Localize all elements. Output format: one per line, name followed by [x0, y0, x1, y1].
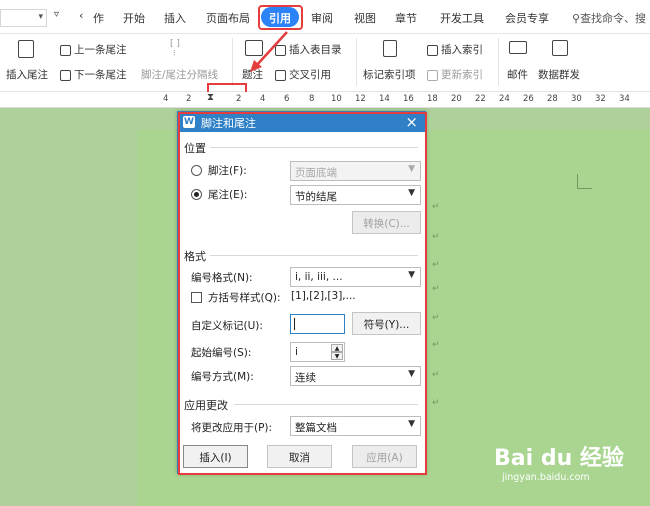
divider	[210, 255, 418, 256]
watermark-brand: Bai du 经验	[494, 446, 624, 471]
divider	[234, 404, 418, 405]
text-caret	[294, 318, 295, 330]
paragraph-mark: ↵	[432, 398, 440, 408]
ruler-tick: 34	[619, 94, 630, 104]
ruler-tick: 2	[186, 94, 192, 104]
insert-button[interactable]: 插入(I)	[183, 445, 248, 468]
paragraph-mark: ↵	[432, 232, 440, 242]
ruler-tick: 30	[571, 94, 582, 104]
start-at-value: i	[295, 346, 298, 358]
watermark-url: jingyan.baidu.com	[502, 472, 590, 483]
chevron-down-icon: ▼	[408, 188, 415, 198]
dialog-title-bar[interactable]: W 脚注和尾注 ×	[178, 112, 425, 132]
convert-button[interactable]: 转换(C)...	[352, 211, 421, 234]
watermark: Bai du 经验 jingyan.baidu.com	[494, 440, 624, 483]
endnote-location-value: 节的结尾	[295, 191, 337, 203]
paragraph-mark: ↵	[432, 202, 440, 212]
start-at-label: 起始编号(S):	[191, 347, 252, 359]
paragraph-mark: ↵	[432, 340, 440, 350]
wps-app-icon: W	[183, 116, 195, 128]
footnote-radio[interactable]	[191, 165, 202, 176]
ruler-tick: 26	[523, 94, 534, 104]
paragraph-mark: ↵	[432, 313, 440, 323]
numbering-select[interactable]: 连续 ▼	[290, 366, 421, 386]
chevron-down-icon: ▼	[408, 270, 415, 280]
page-corner-mark	[577, 174, 592, 189]
horizontal-ruler[interactable]: 4 2 2 4 6 8 10 12 14 16 18 20 22 24 26 2…	[0, 92, 650, 108]
number-format-label: 编号格式(N):	[191, 272, 253, 284]
ruler-tick: 18	[427, 94, 438, 104]
ruler-tick: 32	[595, 94, 606, 104]
footnote-location-value: 页面底端	[295, 167, 337, 179]
endnote-label: 尾注(E):	[208, 189, 248, 201]
endnote-radio[interactable]	[191, 189, 202, 200]
paragraph-mark: ↵	[432, 370, 440, 380]
paragraph-mark: ↵	[432, 284, 440, 294]
apply-to-value: 整篇文档	[295, 422, 337, 434]
divider	[210, 147, 418, 148]
indent-marker-icon[interactable]: ⧗	[207, 92, 214, 103]
arrow-line	[255, 31, 288, 67]
close-icon[interactable]: ×	[405, 113, 418, 131]
ruler-tick: 28	[547, 94, 558, 104]
bracket-style-sample: [1],[2],[3],...	[291, 290, 356, 302]
numbering-label: 编号方式(M):	[191, 371, 254, 383]
ruler-tick: 8	[309, 94, 315, 104]
spin-up-icon[interactable]: ▲	[331, 344, 343, 352]
chevron-down-icon: ▼	[408, 419, 415, 429]
endnote-location-select[interactable]: 节的结尾 ▼	[290, 185, 421, 205]
ruler-tick: 2	[236, 94, 242, 104]
apply-button[interactable]: 应用(A)	[352, 445, 417, 468]
start-at-stepper[interactable]: i ▲ ▼	[290, 342, 345, 362]
ruler-tick: 4	[260, 94, 266, 104]
custom-mark-label: 自定义标记(U):	[191, 320, 263, 332]
ruler-tick: 22	[475, 94, 486, 104]
format-group-label: 格式	[184, 250, 206, 263]
ruler-tick: 24	[499, 94, 510, 104]
spin-down-icon[interactable]: ▼	[331, 352, 343, 360]
dialog-body: 位置 脚注(F): 页面底端 ▼ 尾注(E): 节的结尾 ▼ 转换(C)... 格式…	[178, 132, 425, 473]
paragraph-mark: ↵	[432, 260, 440, 270]
symbol-button[interactable]: 符号(Y)...	[352, 312, 421, 335]
footnote-location-select[interactable]: 页面底端 ▼	[290, 161, 421, 181]
ruler-tick: 16	[403, 94, 414, 104]
chevron-down-icon: ▼	[408, 369, 415, 379]
footnote-label: 脚注(F):	[208, 165, 247, 177]
ruler-tick: 14	[379, 94, 390, 104]
apply-to-label: 将更改应用于(P):	[191, 422, 273, 434]
apply-to-select[interactable]: 整篇文档 ▼	[290, 416, 421, 436]
cancel-button[interactable]: 取消	[267, 445, 332, 468]
ruler-tick: 12	[355, 94, 366, 104]
ruler-tick: 4	[163, 94, 169, 104]
bracket-style-label: 方括号样式(Q):	[208, 292, 281, 304]
ruler-tick: 10	[331, 94, 342, 104]
chevron-down-icon: ▼	[408, 164, 415, 174]
ruler-tick: 6	[284, 94, 290, 104]
bracket-style-checkbox[interactable]	[191, 292, 202, 303]
dialog-title: 脚注和尾注	[201, 117, 256, 130]
position-group-label: 位置	[184, 142, 206, 155]
footnote-endnote-dialog: W 脚注和尾注 × 位置 脚注(F): 页面底端 ▼ 尾注(E): 节的结尾 ▼ 转…	[177, 111, 427, 475]
numbering-value: 连续	[295, 372, 316, 384]
apply-group-label: 应用更改	[184, 399, 228, 412]
number-format-value: i, ii, iii, ...	[295, 271, 343, 283]
ruler-tick: 20	[451, 94, 462, 104]
number-format-select[interactable]: i, ii, iii, ... ▼	[290, 267, 421, 287]
custom-mark-input[interactable]	[290, 314, 345, 334]
